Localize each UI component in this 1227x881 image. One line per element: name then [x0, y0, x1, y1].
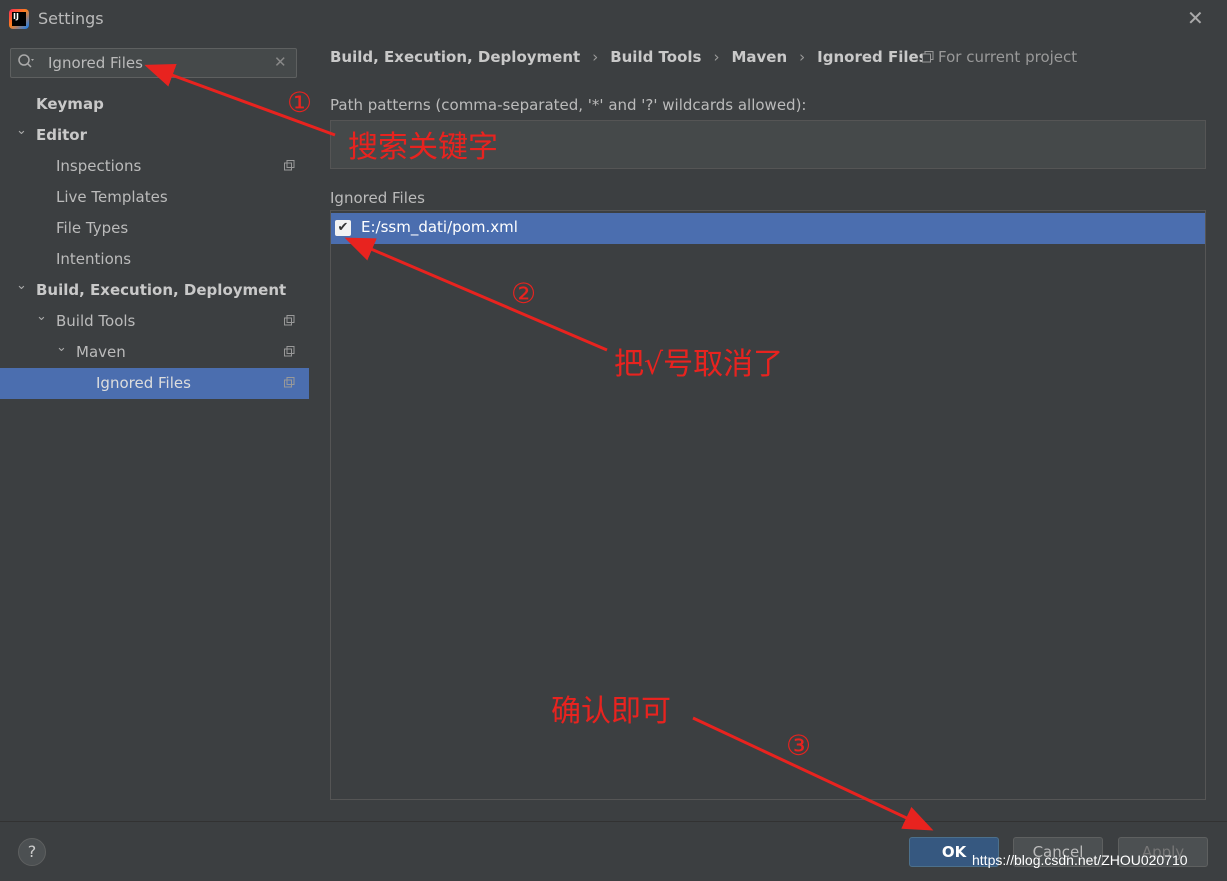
sidebar-item[interactable]: Inspections — [0, 151, 309, 182]
dialog-footer: ? OK Cancel Apply https://blog.csdn.net/… — [0, 821, 1227, 881]
sidebar-item[interactable]: ⌄ Editor — [0, 120, 309, 151]
ignored-files-list[interactable]: ✔ E:/ssm_dati/pom.xml — [330, 210, 1206, 800]
settings-sidebar: Ignored Files ✕ Keymap ⌄ Editor Inspections… — [0, 38, 309, 821]
scope-label: For current project — [938, 48, 1078, 66]
sidebar-item[interactable]: Keymap — [0, 89, 309, 120]
chevron-down-icon[interactable]: ⌄ — [16, 270, 27, 301]
sidebar-item-label: Ignored Files — [96, 374, 191, 392]
sidebar-item-label: Maven — [76, 343, 126, 361]
annotation-step2-number: ② — [511, 277, 537, 310]
annotation-step2-text: 把√号取消了 — [614, 347, 784, 382]
settings-search-field[interactable]: Ignored Files ✕ — [10, 48, 297, 78]
project-scope-indicator: For current project — [922, 48, 1077, 66]
ignored-file-path: E:/ssm_dati/pom.xml — [361, 218, 518, 236]
sidebar-item-label: Keymap — [36, 95, 104, 113]
breadcrumb-item: Build, Execution, Deployment — [330, 48, 581, 66]
breadcrumb-item: Maven — [731, 48, 788, 66]
project-copy-icon — [922, 51, 934, 63]
project-copy-icon — [284, 377, 295, 388]
ignore-file-checkbox[interactable]: ✔ — [335, 220, 351, 236]
chevron-down-icon[interactable]: ⌄ — [16, 115, 27, 146]
close-icon[interactable]: ✕ — [1187, 6, 1204, 30]
sidebar-item-label: File Types — [56, 219, 129, 237]
breadcrumb: Build, Execution, Deployment › Build Tools… — [330, 48, 928, 66]
sidebar-item[interactable]: ⌄ Maven — [0, 337, 309, 368]
sidebar-item[interactable]: File Types — [0, 213, 309, 244]
list-item[interactable]: ✔ E:/ssm_dati/pom.xml — [331, 213, 1205, 244]
search-input-value[interactable]: Ignored Files — [48, 54, 143, 72]
title-bar: IJ Settings ✕ — [0, 0, 1227, 38]
chevron-down-icon[interactable]: ⌄ — [36, 301, 47, 332]
sidebar-item[interactable]: ⌄ Build Tools — [0, 306, 309, 337]
project-copy-icon — [284, 160, 295, 171]
project-copy-icon — [284, 346, 295, 357]
sidebar-item-label: Live Templates — [56, 188, 168, 206]
sidebar-item[interactable]: Intentions — [0, 244, 309, 275]
help-button[interactable]: ? — [18, 838, 46, 866]
annotation-step3-text: 确认即可 — [551, 694, 671, 729]
breadcrumb-chevron-icon: › — [713, 48, 720, 66]
sidebar-item-label: Inspections — [56, 157, 142, 175]
search-icon — [18, 54, 34, 68]
path-patterns-label: Path patterns (comma-separated, '*' and … — [330, 96, 807, 114]
sidebar-item-label: Editor — [36, 126, 87, 144]
window-title: Settings — [38, 9, 104, 28]
sidebar-item[interactable]: Ignored Files — [0, 368, 309, 399]
annotation-step1-text: 搜索关键字 — [348, 130, 498, 165]
annotation-step1-number: ① — [287, 86, 313, 119]
intellij-app-icon: IJ — [9, 9, 29, 29]
ignored-files-label: Ignored Files — [330, 189, 425, 207]
breadcrumb-chevron-icon: › — [799, 48, 806, 66]
app-icon-text: IJ — [12, 12, 26, 26]
sidebar-item[interactable]: Live Templates — [0, 182, 309, 213]
breadcrumb-item: Ignored Files — [817, 48, 928, 66]
sidebar-item-label: Build Tools — [56, 312, 136, 330]
chevron-down-icon[interactable]: ⌄ — [56, 332, 67, 363]
watermark-text: https://blog.csdn.net/ZHOU020710 — [972, 852, 1188, 868]
sidebar-item-label: Build, Execution, Deployment — [36, 281, 287, 299]
annotation-step3-number: ③ — [786, 729, 812, 762]
clear-search-icon[interactable]: ✕ — [274, 53, 287, 71]
breadcrumb-chevron-icon: › — [592, 48, 599, 66]
breadcrumb-item: Build Tools — [610, 48, 702, 66]
sidebar-item-label: Intentions — [56, 250, 132, 268]
project-copy-icon — [284, 315, 295, 326]
